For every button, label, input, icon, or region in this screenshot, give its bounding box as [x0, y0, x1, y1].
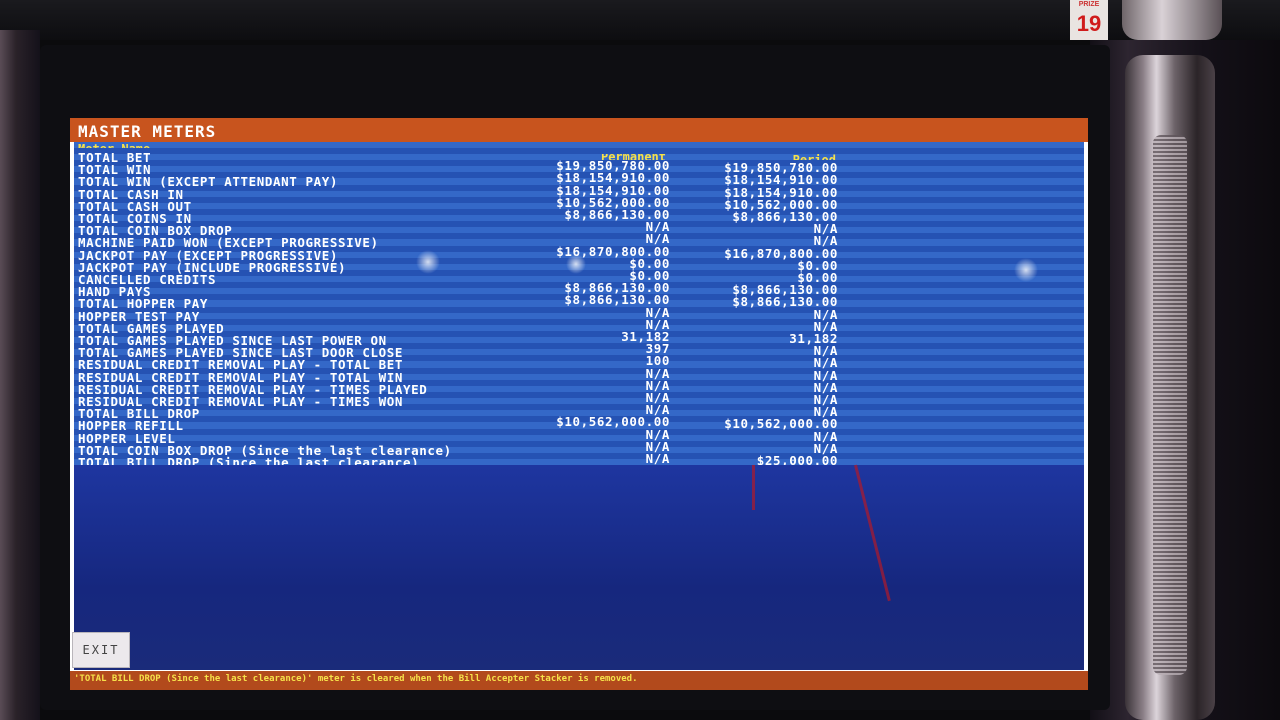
cabinet-chrome-strip [1125, 55, 1215, 720]
meter-period-value: $25,000.00 [756, 453, 838, 465]
table-row: HOPPER REFILL $10,562,000.00 $10,562,000.0… [74, 416, 1084, 433]
screen-empty-area [74, 464, 1084, 670]
light-glare [416, 250, 440, 274]
red-reflection [854, 464, 891, 602]
machine-number: 19 [1076, 11, 1102, 36]
cabinet-left-trim [0, 30, 40, 720]
meter-table: Meter Name Permanent Period TOTAL BETTOT… [74, 142, 1084, 465]
table-row: TOTAL BILL DROP (Since the last clearanc… [74, 452, 1084, 465]
table-row: TOTAL HOPPER PAY $8,866,130.00 $8,866,130.… [74, 294, 1084, 311]
table-row: RESIDUAL CREDIT REMOVAL PLAY - TIMES WON… [74, 391, 1084, 408]
machine-tag-caption: PRIZE [1078, 1, 1100, 8]
cabinet-top-chrome [1122, 0, 1222, 40]
footer-bar: 'TOTAL BILL DROP (Since the last clearan… [70, 671, 1088, 690]
exit-button[interactable]: EXIT [72, 632, 130, 668]
title-bar: MASTER METERS [70, 118, 1088, 142]
red-reflection [752, 465, 755, 510]
meter-permanent-value: N/A [645, 451, 670, 465]
machine-number-tag: PRIZE 19 [1070, 0, 1108, 40]
light-glare [566, 254, 586, 274]
master-meters-screen: MASTER METERS Meter Name Permanent Perio… [70, 118, 1088, 690]
speaker-grill [1153, 135, 1187, 675]
meter-name: TOTAL BILL DROP (Since the last clearanc… [78, 455, 420, 465]
table-row: HOPPER TEST PAY N/A N/A [74, 306, 1084, 323]
footer-note: 'TOTAL BILL DROP (Since the last clearan… [74, 674, 638, 684]
light-glare [1014, 258, 1038, 282]
page-title: MASTER METERS [78, 122, 217, 141]
